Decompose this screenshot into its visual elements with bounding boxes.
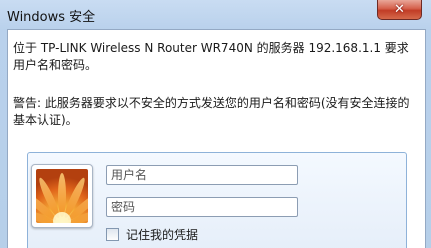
flower-user-picture-icon: [36, 169, 88, 223]
remember-checkbox[interactable]: [106, 227, 119, 241]
title-bar: Windows 安全 ✕: [0, 0, 431, 29]
username-input[interactable]: [107, 166, 297, 184]
warning-message: 警告: 此服务器要求以不安全的方式发送您的用户名和密码(没有安全连接的基本认证)…: [13, 96, 410, 127]
user-picture: [31, 164, 93, 228]
password-input[interactable]: [107, 198, 297, 216]
remember-credentials[interactable]: 记住我的凭据: [106, 226, 198, 242]
close-icon: ✕: [394, 2, 405, 17]
security-dialog: Windows 安全 ✕ 位于 TP-LINK Wireless N Route…: [0, 0, 431, 248]
username-field[interactable]: [106, 165, 298, 185]
dialog-content: 位于 TP-LINK Wireless N Router WR740N 的服务器…: [7, 29, 426, 248]
remember-label[interactable]: 记住我的凭据: [126, 226, 198, 243]
server-message: 位于 TP-LINK Wireless N Router WR740N 的服务器…: [13, 41, 409, 72]
window-title: Windows 安全: [7, 10, 96, 25]
close-button[interactable]: ✕: [377, 0, 422, 20]
password-field[interactable]: [106, 197, 298, 217]
credential-tile[interactable]: 记住我的凭据: [27, 152, 407, 248]
